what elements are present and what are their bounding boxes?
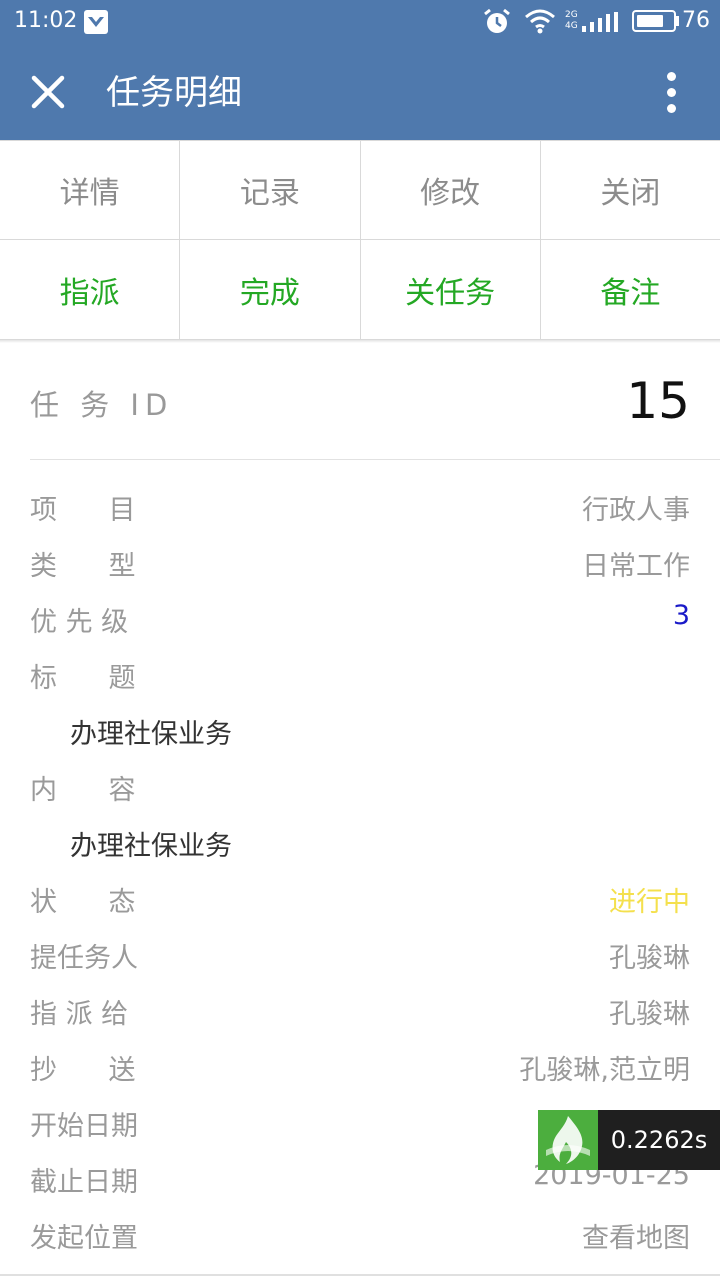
title-content: 办理社保业务 xyxy=(30,704,690,760)
field-value: 日常工作 xyxy=(582,551,690,582)
field-label: 优 先 级 xyxy=(30,607,129,638)
field-location: 发起位置 查看地图 xyxy=(30,1208,690,1264)
field-label: 类 型 xyxy=(30,551,136,582)
record-tab[interactable]: 记录 xyxy=(180,141,361,239)
action-grid: 详情 记录 修改 关闭 指派 完成 关任务 备注 xyxy=(0,140,720,340)
field-label: 提任务人 xyxy=(30,943,138,974)
field-cc: 抄 送 孔骏琳,范立明 xyxy=(30,1040,690,1096)
field-label: 开始日期 xyxy=(30,1111,138,1142)
field-label: 发起位置 xyxy=(30,1223,138,1254)
divider xyxy=(30,459,720,460)
field-value: 孔骏琳 xyxy=(609,999,690,1030)
task-id-row: 任 务 ID 15 xyxy=(30,352,690,452)
signal-icon xyxy=(582,12,618,32)
status-time: 11:02 xyxy=(14,8,78,33)
shield-icon xyxy=(84,10,108,34)
field-label: 截止日期 xyxy=(30,1167,138,1198)
field-project: 项 目 行政人事 xyxy=(30,480,690,536)
priority-value: 3 xyxy=(672,600,690,631)
field-label: 标 题 xyxy=(30,663,136,694)
field-label: 内 容 xyxy=(30,775,136,806)
field-label: 项 目 xyxy=(30,495,136,526)
action-row-primary: 详情 记录 修改 关闭 xyxy=(0,140,720,240)
close-tab[interactable]: 关闭 xyxy=(541,141,720,239)
field-content: 内 容 xyxy=(30,760,690,816)
app-logo-icon xyxy=(538,1110,598,1170)
battery-percent: 76 xyxy=(682,8,710,33)
task-id-value: 15 xyxy=(626,372,690,430)
alarm-icon xyxy=(484,8,510,33)
close-task-button[interactable]: 关任务 xyxy=(361,240,541,339)
battery-fill xyxy=(637,15,663,27)
note-button[interactable]: 备注 xyxy=(541,240,720,339)
complete-button[interactable]: 完成 xyxy=(180,240,361,339)
page-title: 任务明细 xyxy=(106,73,242,113)
edit-tab[interactable]: 修改 xyxy=(361,141,541,239)
status-badge: 进行中 xyxy=(609,887,690,918)
field-type: 类 型 日常工作 xyxy=(30,536,690,592)
more-vertical-icon[interactable] xyxy=(656,68,688,116)
assign-button[interactable]: 指派 xyxy=(0,240,181,339)
field-creator: 提任务人 孔骏琳 xyxy=(30,928,690,984)
grid-shadow xyxy=(0,340,720,343)
content-body: 办理社保业务 xyxy=(30,816,690,872)
field-value: 行政人事 xyxy=(582,495,690,526)
timer-overlay[interactable]: 0.2262s xyxy=(538,1110,720,1170)
field-assignee: 指 派 给 孔骏琳 xyxy=(30,984,690,1040)
task-title-text: 办理社保业务 xyxy=(70,719,232,750)
bottom-divider xyxy=(0,1274,720,1276)
status-bar: 11:02 2G 4G 76 xyxy=(0,0,720,44)
battery-icon xyxy=(632,10,676,32)
field-status: 状 态 进行中 xyxy=(30,872,690,928)
detail-tab[interactable]: 详情 xyxy=(0,141,181,239)
view-map-link[interactable]: 查看地图 xyxy=(582,1216,690,1255)
app-bar: 任务明细 xyxy=(0,44,720,140)
task-content-text: 办理社保业务 xyxy=(70,831,232,862)
field-priority: 优 先 级 3 xyxy=(30,592,690,648)
field-value: 孔骏琳,范立明 xyxy=(519,1055,690,1086)
field-label: 状 态 xyxy=(30,887,136,918)
field-label: 抄 送 xyxy=(30,1055,136,1086)
field-title: 标 题 xyxy=(30,648,690,704)
task-id-label: 任 务 ID xyxy=(30,388,174,422)
timer-value: 0.2262s xyxy=(598,1110,720,1170)
network-type: 2G 4G xyxy=(565,10,578,31)
wifi-icon xyxy=(525,9,555,34)
field-value: 孔骏琳 xyxy=(609,943,690,974)
close-icon[interactable] xyxy=(28,72,68,112)
action-row-secondary: 指派 完成 关任务 备注 xyxy=(0,240,720,340)
battery-cap xyxy=(676,16,679,26)
field-label: 指 派 给 xyxy=(30,999,129,1030)
